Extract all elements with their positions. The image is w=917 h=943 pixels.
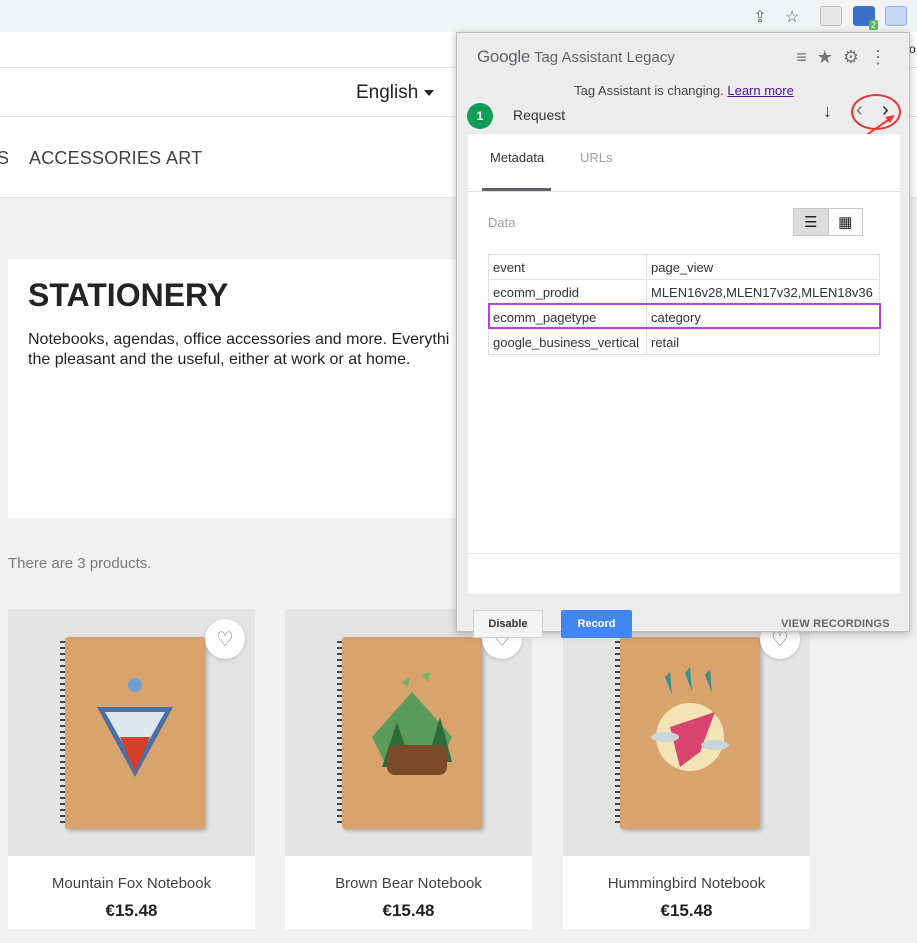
browser-toolbar: ⇪ ☆ 2 <box>0 0 917 32</box>
view-recordings-button[interactable]: VIEW RECORDINGS <box>781 618 890 630</box>
nav-item-accessories[interactable]: ACCESSORIES <box>29 148 161 169</box>
gear-icon[interactable]: ⚙ <box>843 47 859 68</box>
table-view-icon[interactable]: ▦ <box>829 209 863 235</box>
caret-down-icon <box>424 90 435 96</box>
tag-assistant-popup: Google Tag Assistant Legacy ≡ ★ ⚙ ⋮ Tag … <box>456 32 911 638</box>
product-image[interactable]: ♡ <box>8 609 255 856</box>
popup-title: Google Tag Assistant Legacy <box>477 47 675 67</box>
request-number-badge: 1 <box>467 103 493 129</box>
star-icon[interactable]: ★ <box>817 47 833 68</box>
product-price: €15.48 <box>105 901 158 920</box>
product-image[interactable]: ♡ <box>563 609 810 856</box>
product-image[interactable]: ♡ <box>285 609 532 856</box>
data-value: page_view <box>646 254 880 280</box>
product-name[interactable]: Hummingbird Notebook <box>563 875 810 892</box>
table-row: event page_view <box>488 254 880 280</box>
tab-metadata[interactable]: Metadata <box>490 150 544 165</box>
notice-text: Tag Assistant is changing. <box>574 83 724 98</box>
language-selector[interactable]: English <box>356 82 435 104</box>
data-section-label: Data <box>488 215 516 230</box>
list-view-icon[interactable]: ☰ <box>794 209 829 235</box>
star-icon[interactable]: ☆ <box>781 6 803 28</box>
more-vert-icon[interactable]: ⋮ <box>869 47 887 68</box>
tab-divider <box>468 191 900 192</box>
request-details-panel: Metadata URLs Data ☰ ▦ event page_view e… <box>468 134 900 594</box>
nav-item-art[interactable]: ART <box>166 148 202 169</box>
language-label: English <box>356 82 419 103</box>
bear-illustration <box>372 672 452 775</box>
notebook-cover <box>342 637 482 829</box>
category-title: STATIONERY <box>28 277 229 313</box>
wishlist-heart-icon[interactable]: ♡ <box>205 619 245 659</box>
product-card[interactable]: ♡ Brown Bear Notebook €15.48 <box>285 609 532 929</box>
hummingbird-illustration <box>651 667 729 771</box>
category-header: STATIONERY Notebooks, agendas, office ac… <box>8 259 468 518</box>
extension-icon[interactable] <box>820 6 842 26</box>
download-arrow-icon[interactable]: ↓ <box>823 101 832 122</box>
nav-item-partial[interactable]: S <box>0 148 9 169</box>
notebook-cover <box>620 637 760 829</box>
request-label: Request <box>513 107 566 123</box>
table-row: google_business_vertical retail <box>488 329 880 355</box>
table-row: ecomm_prodid MLEN16v28,MLEN17v32,MLEN18v… <box>488 279 880 305</box>
learn-more-link[interactable]: Learn more <box>727 83 793 98</box>
edge-text: o <box>909 42 916 56</box>
product-card[interactable]: ♡ Hummingbird Notebook €15.48 <box>563 609 810 929</box>
data-value: MLEN16v28,MLEN17v32,MLEN18v36 <box>646 279 880 305</box>
highlight-annotation <box>488 303 881 329</box>
notebook-cover <box>65 637 205 829</box>
data-value: retail <box>646 329 880 355</box>
notice-banner: Tag Assistant is changing. Learn more <box>457 83 911 98</box>
extension-badge: 2 <box>868 20 878 30</box>
data-key: event <box>488 254 647 280</box>
share-icon[interactable]: ⇪ <box>749 6 771 28</box>
products-count: There are 3 products. <box>8 555 152 572</box>
data-key: ecomm_prodid <box>488 279 647 305</box>
product-card[interactable]: ♡ Mountain Fox Notebook €15.48 <box>8 609 255 929</box>
popup-actions: ≡ ★ ⚙ ⋮ <box>796 47 887 68</box>
panel-divider <box>468 553 900 554</box>
tag-assistant-extension-icon[interactable] <box>885 6 907 26</box>
view-toggle: ☰ ▦ <box>793 208 863 236</box>
record-button[interactable]: Record <box>561 610 632 638</box>
product-name[interactable]: Brown Bear Notebook <box>285 875 532 892</box>
google-logo: Google <box>477 47 531 66</box>
disable-button[interactable]: Disable <box>473 610 543 638</box>
code-extension-icon[interactable]: 2 <box>853 6 878 30</box>
data-key: google_business_vertical <box>488 329 647 355</box>
category-description-line1: Notebooks, agendas, office accessories a… <box>28 331 450 348</box>
popup-title-text: Tag Assistant Legacy <box>533 49 675 66</box>
product-price: €15.48 <box>382 901 435 920</box>
tab-urls[interactable]: URLs <box>580 150 613 165</box>
category-description: Notebooks, agendas, office accessories a… <box>28 330 468 370</box>
category-description-line2: the pleasant and the useful, either at w… <box>28 351 411 368</box>
filter-icon[interactable]: ≡ <box>796 47 807 68</box>
product-price: €15.48 <box>660 901 713 920</box>
product-name[interactable]: Mountain Fox Notebook <box>8 875 255 892</box>
fox-illustration <box>97 678 173 777</box>
